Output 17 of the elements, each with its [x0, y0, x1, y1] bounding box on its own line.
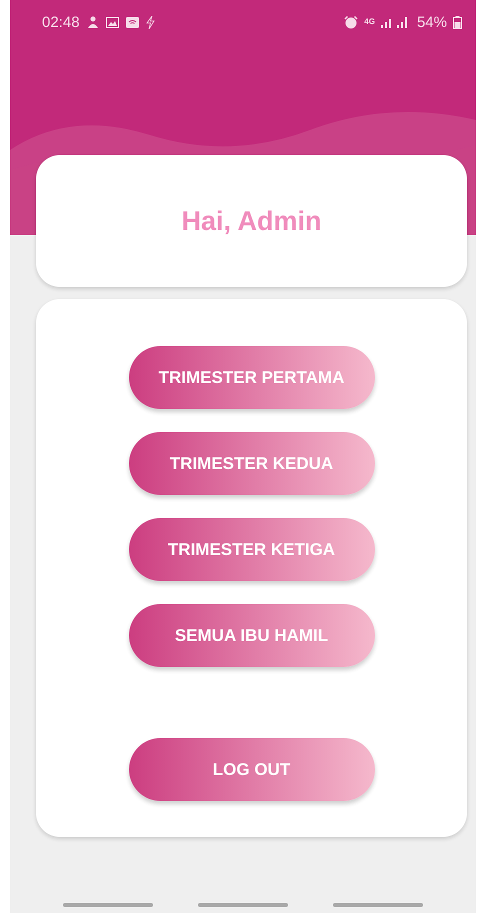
nav-bar-handle[interactable] [333, 903, 423, 907]
battery-percentage: 54% [416, 14, 447, 30]
image-icon [106, 16, 119, 28]
lightning-icon [146, 16, 155, 28]
menu-button[interactable]: TRIMESTER PERTAMA [128, 346, 374, 409]
nav-bar-handle[interactable] [63, 903, 153, 907]
menu-button[interactable]: TRIMESTER KEDUA [128, 432, 374, 495]
alarm-clock-icon [344, 16, 358, 28]
menu-button[interactable]: SEMUA IBU HAMIL [128, 604, 374, 667]
logout-button[interactable]: LOG OUT [128, 738, 374, 801]
battery-icon [453, 16, 462, 28]
clock-time: 02:48 [42, 14, 80, 30]
greeting-text: Hai, Admin [181, 206, 322, 236]
nav-bar-handle[interactable] [198, 903, 288, 907]
menu-button[interactable]: TRIMESTER KETIGA [128, 518, 374, 581]
person-icon [86, 16, 99, 28]
network-type: 4G [364, 18, 375, 26]
